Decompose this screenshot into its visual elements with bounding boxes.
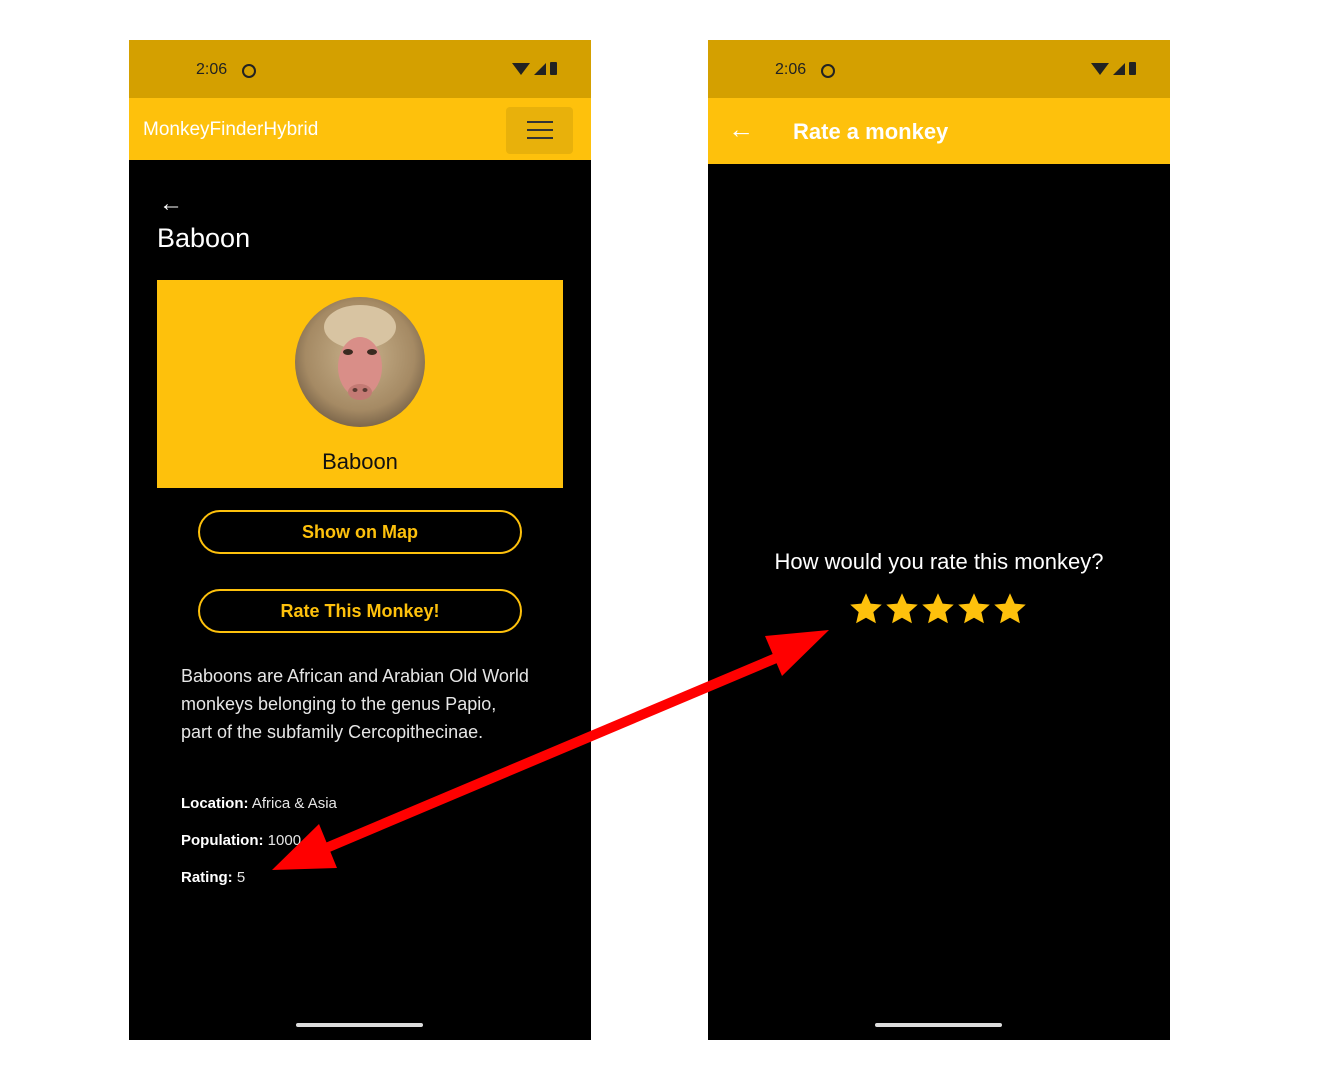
notification-icon — [242, 64, 256, 78]
monkey-avatar — [295, 297, 425, 427]
status-bar: 2:06 — [129, 40, 591, 98]
back-arrow-icon[interactable]: ← — [159, 190, 183, 218]
back-arrow-icon[interactable]: ← — [728, 114, 754, 144]
home-indicator[interactable] — [296, 1023, 423, 1027]
notification-icon — [821, 64, 835, 78]
home-indicator[interactable] — [875, 1023, 1002, 1027]
star-icon[interactable] — [848, 591, 884, 627]
rating-value: 5 — [236, 869, 246, 886]
battery-icon — [1129, 62, 1136, 75]
star-rating[interactable] — [848, 591, 1028, 627]
rating-label: Rating: — [181, 869, 233, 886]
rate-monkey-button[interactable]: Rate This Monkey! — [198, 589, 522, 633]
star-icon[interactable] — [992, 591, 1028, 627]
status-icons — [1091, 62, 1136, 75]
signal-icon — [1113, 62, 1125, 75]
monkey-detail-screen: 2:06 MonkeyFinderHybrid ← Baboon Baboon … — [129, 40, 591, 1040]
page-title: Baboon — [157, 223, 251, 253]
menu-icon-line — [527, 137, 553, 139]
show-on-map-button[interactable]: Show on Map — [198, 510, 522, 554]
wifi-icon — [512, 62, 530, 75]
population-row: Population: 1000 — [181, 832, 301, 849]
population-value: 1000 — [267, 832, 302, 849]
status-bar: 2:06 — [708, 40, 1170, 98]
menu-button[interactable] — [506, 107, 573, 154]
rate-monkey-screen: 2:06 ← Rate a monkey How would you rate … — [708, 40, 1170, 1040]
battery-icon — [550, 62, 557, 75]
star-icon[interactable] — [956, 591, 992, 627]
status-time: 2:06 — [775, 61, 807, 78]
location-row: Location: Africa & Asia — [181, 795, 337, 812]
population-label: Population: — [181, 832, 264, 849]
monkey-description: Baboons are African and Arabian Old Worl… — [181, 666, 529, 742]
location-value: Africa & Asia — [251, 795, 337, 812]
monkey-card: Baboon — [157, 280, 563, 488]
page-title: Rate a monkey — [793, 119, 949, 144]
wifi-icon — [1091, 62, 1109, 75]
rating-row: Rating: 5 — [181, 869, 245, 886]
star-icon[interactable] — [884, 591, 920, 627]
signal-icon — [534, 62, 546, 75]
app-bar: MonkeyFinderHybrid — [129, 98, 591, 160]
app-title: MonkeyFinderHybrid — [143, 119, 319, 140]
rating-question: How would you rate this monkey? — [774, 549, 1104, 574]
app-bar: ← Rate a monkey — [708, 98, 1170, 164]
star-icon[interactable] — [920, 591, 956, 627]
menu-icon — [527, 121, 553, 123]
status-time: 2:06 — [196, 61, 228, 78]
location-label: Location: — [181, 795, 249, 812]
menu-icon-line — [527, 129, 553, 131]
monkey-name: Baboon — [322, 449, 398, 474]
status-icons — [512, 62, 557, 75]
